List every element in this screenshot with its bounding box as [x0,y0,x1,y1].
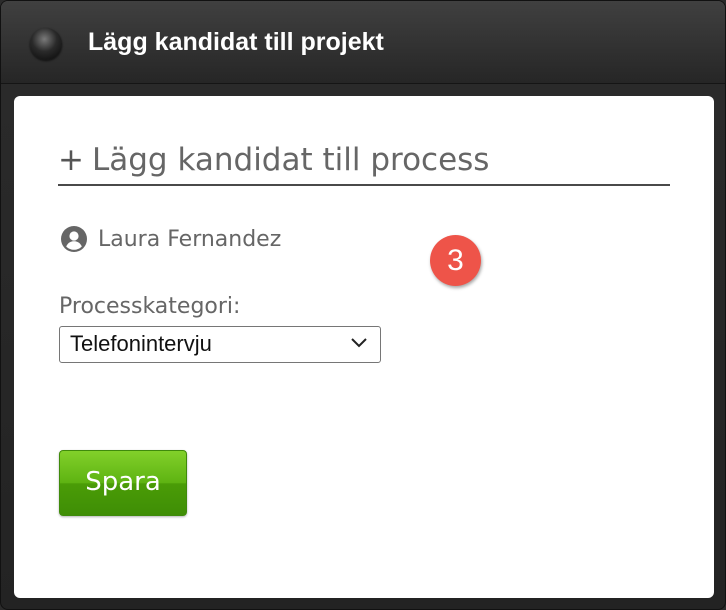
dialog-content: + Lägg kandidat till process Laura Fernan… [14,96,714,598]
window-orb-icon [30,28,62,60]
chevron-down-icon [351,338,367,348]
dialog-titlebar[interactable]: Lägg kandidat till projekt [1,1,725,84]
form-heading: + Lägg kandidat till process [58,140,670,186]
save-button[interactable]: Spara [59,450,187,516]
process-category-select[interactable]: Telefonintervju [59,326,381,363]
process-category-label: Processkategori: [59,294,241,319]
candidate-row: Laura Fernandez [61,224,281,254]
process-category-value: Telefonintervju [70,331,212,356]
candidate-name: Laura Fernandez [98,226,282,252]
step-badge: 3 [430,235,481,286]
user-circle-icon [61,226,87,252]
dialog-title: Lägg kandidat till projekt [88,28,384,56]
plus-icon: + [58,142,84,178]
dialog-window: Lägg kandidat till projekt + Lägg kandida… [0,0,726,610]
form-heading-text: Lägg kandidat till process [91,142,490,178]
